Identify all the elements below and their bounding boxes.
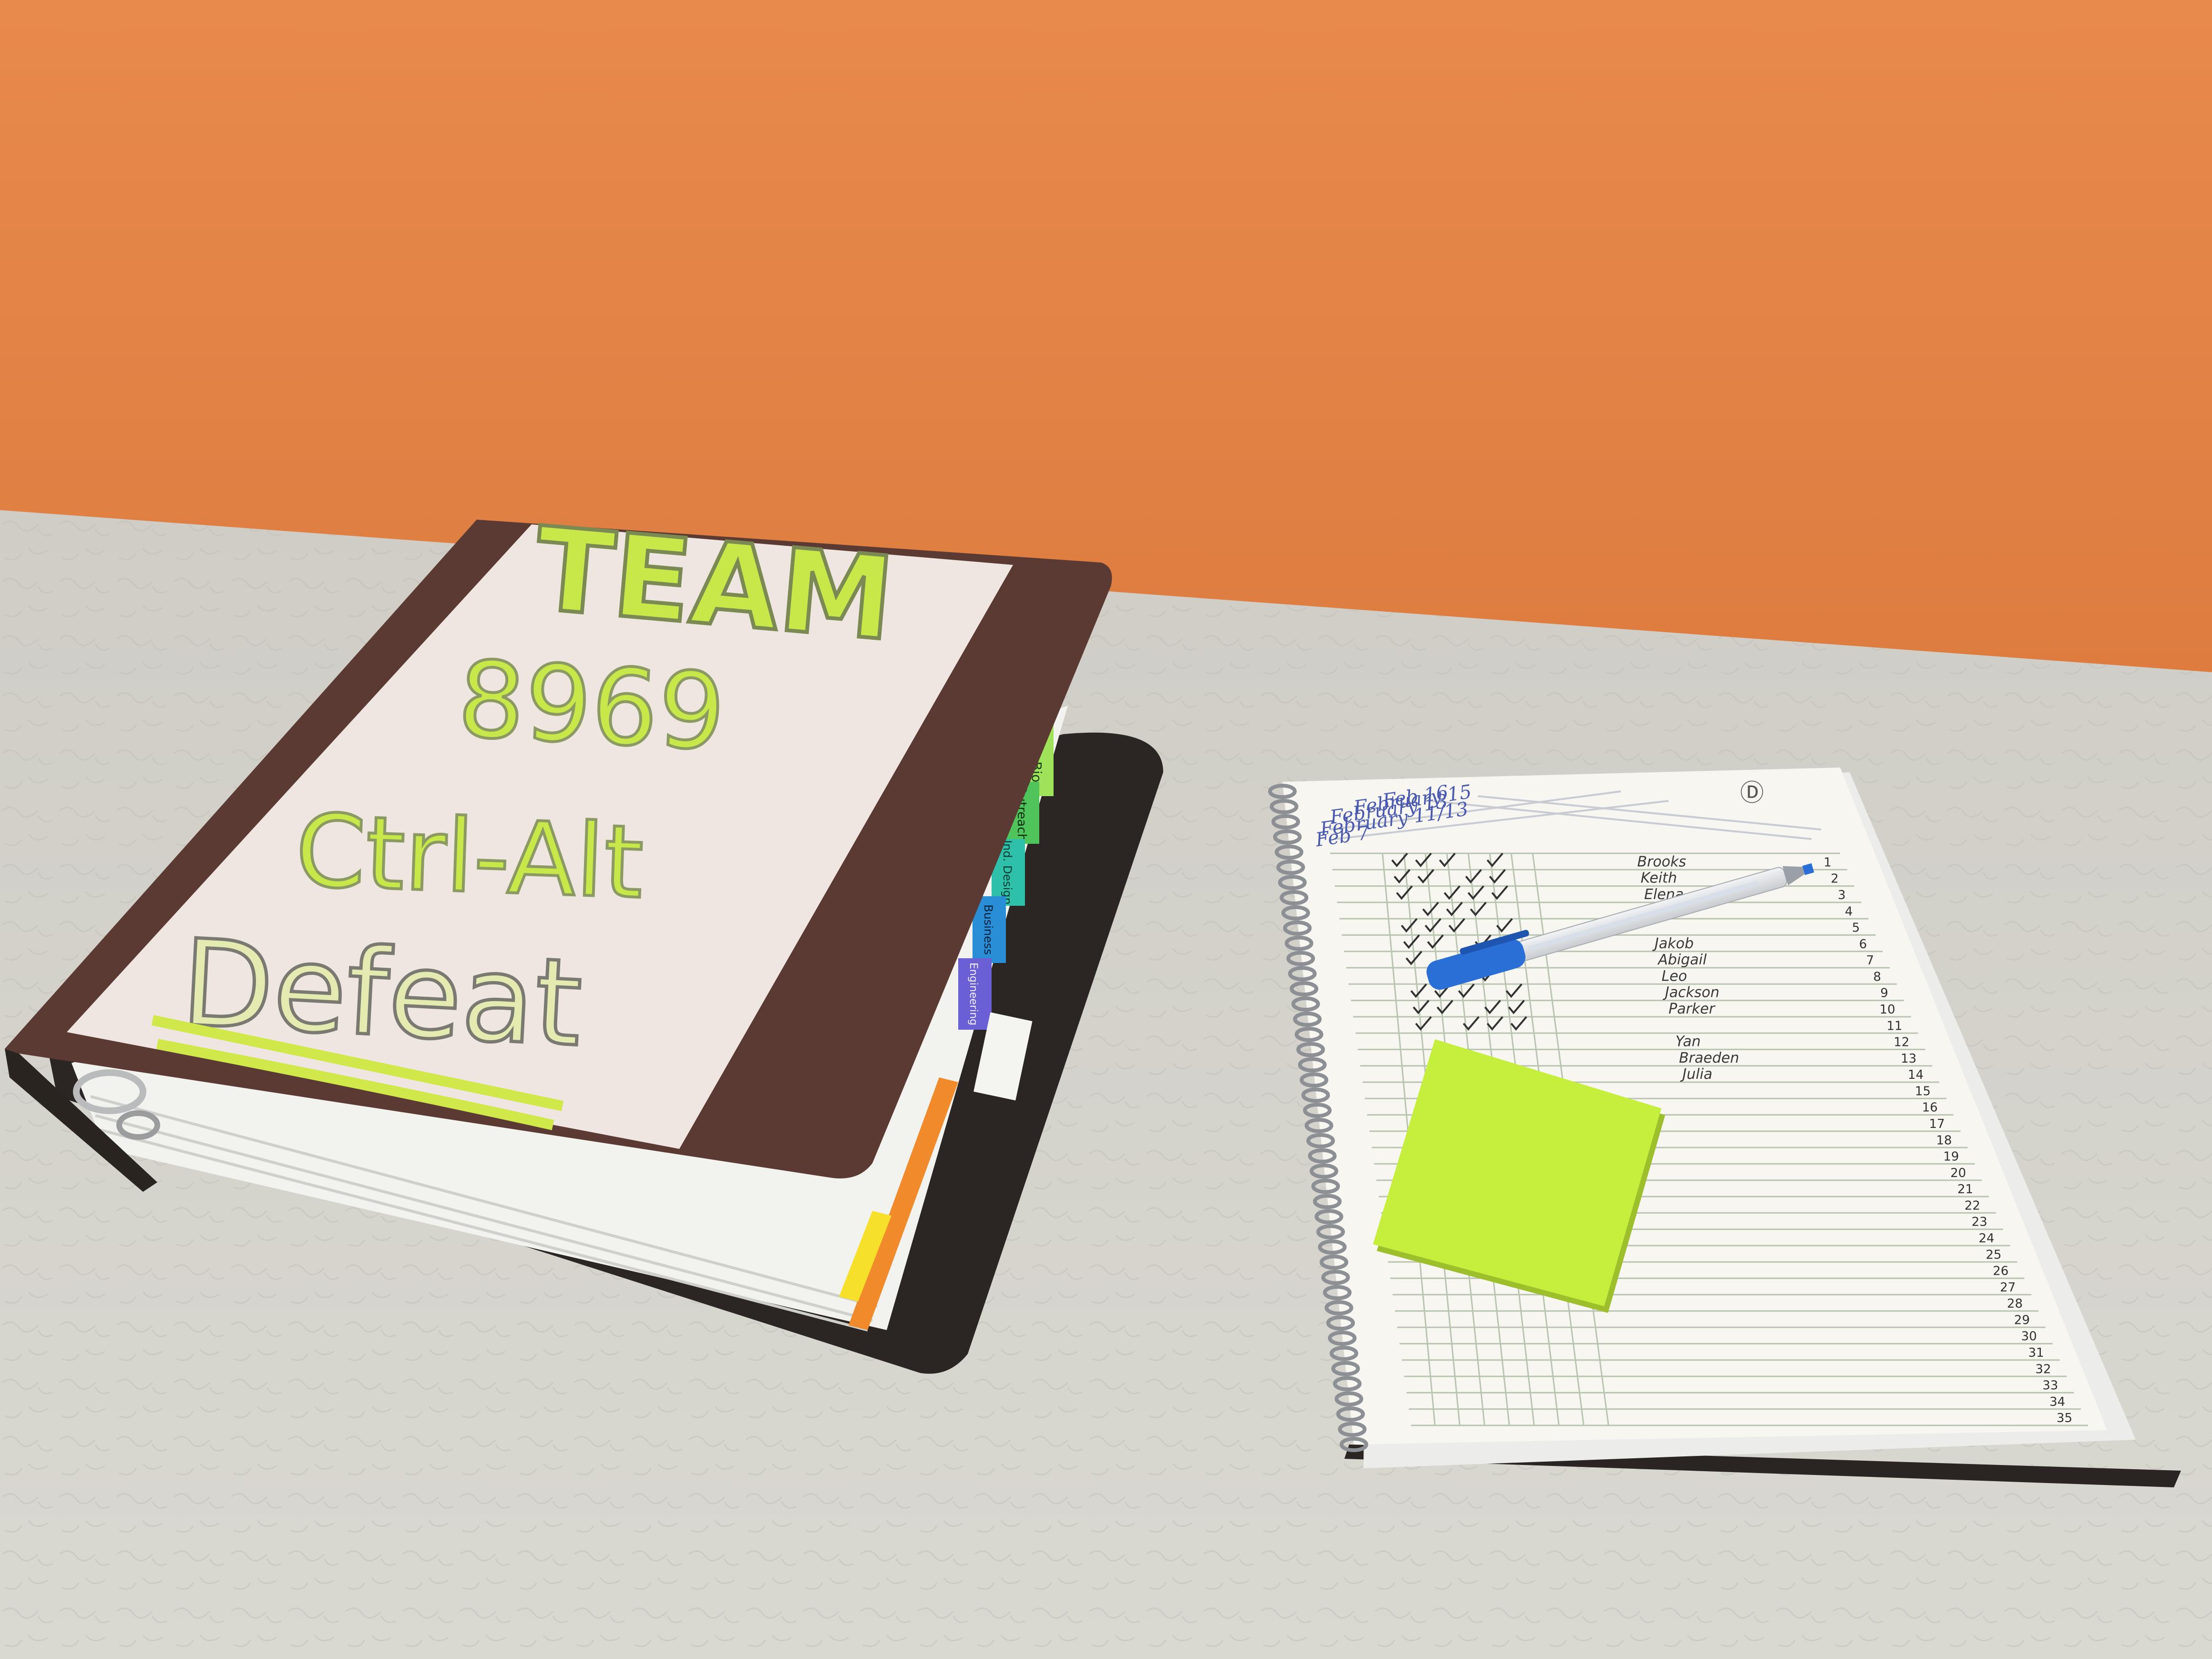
- row-number: 15: [1915, 1084, 1931, 1098]
- row-number: 13: [1901, 1052, 1916, 1066]
- row-number: 24: [1979, 1231, 1995, 1246]
- attendee-name: Braeden: [1679, 1050, 1739, 1066]
- row-number: 6: [1859, 937, 1867, 952]
- tab-engineering[interactable]: Engineering: [958, 958, 992, 1030]
- attendee-name: Jackson: [1663, 984, 1720, 1001]
- row-number: 30: [2021, 1330, 2037, 1344]
- row-number: 31: [2028, 1346, 2044, 1360]
- row-number: 17: [1929, 1117, 1945, 1131]
- row-number: 14: [1908, 1068, 1924, 1082]
- row-number: 19: [1943, 1150, 1959, 1164]
- attendee-name: Parker: [1669, 1001, 1716, 1017]
- attendee-name: Jakob: [1652, 935, 1694, 952]
- cover-number: 8969: [455, 638, 728, 774]
- row-number: 11: [1886, 1019, 1902, 1033]
- row-number: 9: [1880, 986, 1888, 1001]
- attendee-name: Yan: [1676, 1034, 1701, 1050]
- corner-mark: Ⓓ: [1740, 779, 1764, 807]
- row-number: 28: [2007, 1297, 2023, 1311]
- row-number: 34: [2049, 1395, 2065, 1409]
- attendee-name: Brooks: [1637, 853, 1686, 870]
- row-number: 27: [2000, 1280, 2016, 1295]
- row-number: 3: [1838, 888, 1846, 902]
- row-number: 25: [1986, 1248, 2001, 1262]
- tab-label: Ind. Design: [1001, 840, 1014, 905]
- row-number: 21: [1957, 1182, 1973, 1197]
- row-number: 12: [1894, 1035, 1909, 1050]
- row-number: 20: [1950, 1166, 1966, 1180]
- desk-photo: Team Bios Outreach Ind. Design Business …: [0, 0, 2212, 1659]
- row-number: 8: [1873, 970, 1881, 984]
- row-number: 33: [2042, 1379, 2058, 1393]
- cover-ctrl-alt: Ctrl-Alt: [294, 792, 645, 921]
- row-number: 16: [1922, 1101, 1938, 1115]
- attendee-name: Keith: [1641, 870, 1677, 887]
- cover-defeat: Defeat: [178, 913, 585, 1073]
- row-number: 35: [2057, 1411, 2072, 1425]
- row-number: 26: [1993, 1264, 2008, 1279]
- row-number: 23: [1972, 1215, 1987, 1229]
- row-number: 22: [1965, 1198, 1980, 1213]
- attendee-name: Leo: [1661, 968, 1687, 984]
- row-number: 10: [1880, 1003, 1895, 1017]
- row-number: 18: [1936, 1133, 1952, 1147]
- tab-label: Business: [982, 904, 995, 955]
- row-number: 4: [1845, 904, 1853, 919]
- row-number: 7: [1866, 953, 1874, 968]
- row-number: 1: [1823, 855, 1832, 870]
- attendee-name: Julia: [1680, 1066, 1712, 1083]
- row-number: 32: [2035, 1362, 2051, 1376]
- tab-label: Engineering: [967, 963, 979, 1025]
- row-number: 5: [1852, 921, 1860, 935]
- attendee-name: Abigail: [1657, 952, 1707, 968]
- row-number: 2: [1831, 872, 1839, 886]
- row-number: 29: [2014, 1313, 2030, 1327]
